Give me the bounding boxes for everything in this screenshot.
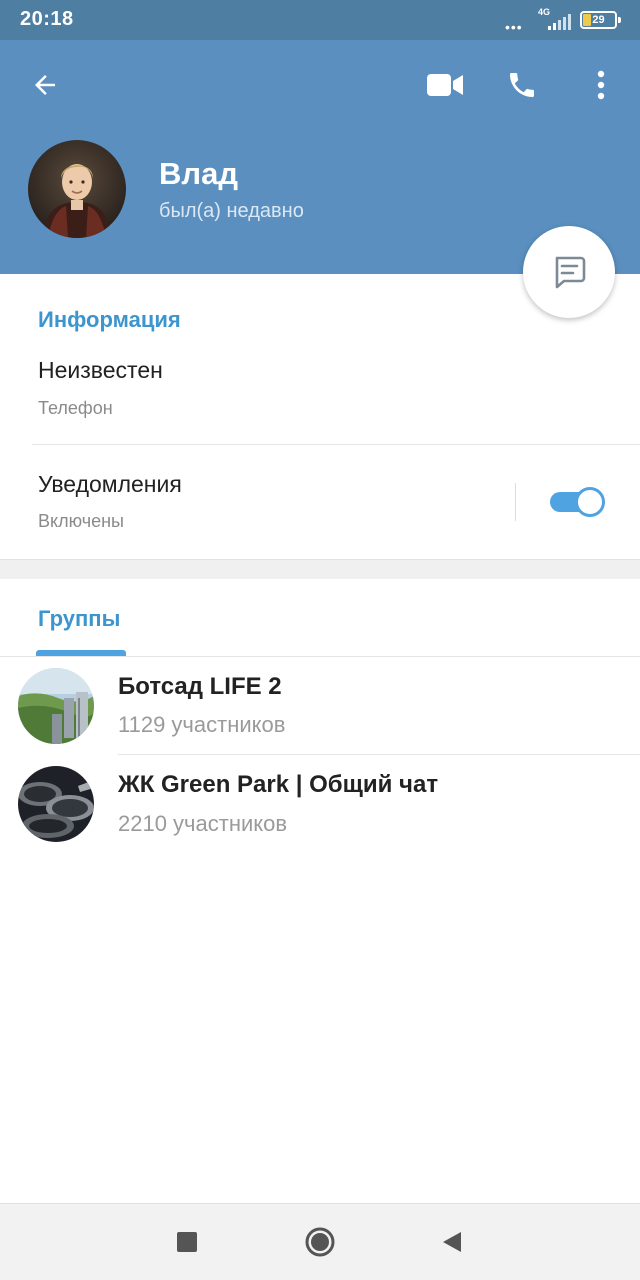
notifications-toggle[interactable] xyxy=(550,487,606,517)
notification-dots-icon: ••• xyxy=(505,19,523,35)
message-icon xyxy=(555,256,586,289)
divider xyxy=(32,444,640,445)
status-time: 20:18 xyxy=(20,8,74,30)
system-back-button[interactable] xyxy=(428,1218,476,1266)
system-nav-bar xyxy=(0,1203,640,1280)
phone-label: Телефон xyxy=(38,398,113,418)
group-name[interactable]: Ботсад LIFE 2 xyxy=(118,673,282,701)
group-members: 2210 участников xyxy=(118,811,288,836)
divider xyxy=(118,754,640,755)
circle-icon xyxy=(305,1227,335,1257)
video-camera-icon xyxy=(427,74,463,96)
section-divider xyxy=(0,559,640,579)
tab-divider xyxy=(0,656,640,657)
tab-groups[interactable]: Группы xyxy=(38,606,120,632)
status-bar: 20:18 ••• 4G 29 xyxy=(0,0,640,40)
toggle-separator xyxy=(515,483,516,521)
more-vertical-icon xyxy=(597,70,605,100)
back-button[interactable] xyxy=(21,61,69,109)
profile-name: Влад xyxy=(159,156,238,191)
home-button[interactable] xyxy=(296,1218,344,1266)
send-message-button[interactable] xyxy=(523,226,615,318)
group-members: 1129 участников xyxy=(118,712,286,737)
phone-icon xyxy=(510,73,534,97)
call-button[interactable] xyxy=(498,61,546,109)
arrow-left-icon xyxy=(35,75,55,95)
battery-icon: 29 xyxy=(580,11,621,29)
notifications-label[interactable]: Уведомления xyxy=(38,471,182,498)
signal-icon: 4G xyxy=(536,7,576,30)
triangle-back-icon xyxy=(443,1232,461,1252)
info-section-title: Информация xyxy=(38,307,181,332)
notifications-value: Включены xyxy=(38,511,124,531)
group-avatar[interactable] xyxy=(18,668,94,744)
avatar[interactable] xyxy=(28,140,126,238)
phone-value[interactable]: Неизвестен xyxy=(38,357,163,384)
group-name[interactable]: ЖК Green Park | Общий чат xyxy=(118,771,438,799)
recents-button[interactable] xyxy=(163,1218,211,1266)
video-call-button[interactable] xyxy=(421,61,469,109)
more-options-button[interactable] xyxy=(577,61,625,109)
group-avatar[interactable] xyxy=(18,766,94,842)
square-icon xyxy=(177,1232,197,1252)
battery-level: 29 xyxy=(592,14,605,26)
profile-status: был(а) недавно xyxy=(159,200,304,222)
